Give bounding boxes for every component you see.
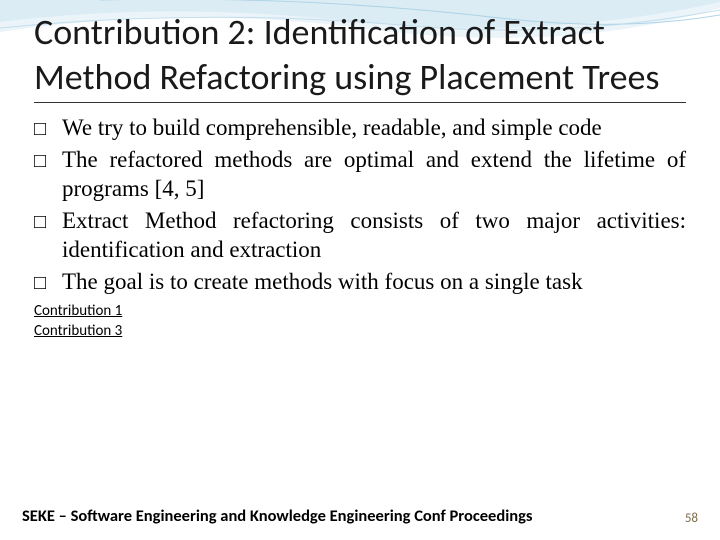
link-contribution-3[interactable]: Contribution 3 [34,322,686,342]
navigation-links: Contribution 1 Contribution 3 [34,302,686,341]
footer: SEKE – Software Engineering and Knowledg… [22,506,698,526]
bullet-item: The goal is to create methods with focus… [34,267,686,297]
bullet-item: The refactored methods are optimal and e… [34,145,686,204]
slide-title: Contribution 2: Identification of Extrac… [34,10,686,100]
title-underline [34,102,686,103]
footer-text: SEKE – Software Engineering and Knowledg… [22,506,533,526]
bullet-list: We try to build comprehensible, readable… [34,113,686,296]
link-contribution-1[interactable]: Contribution 1 [34,302,686,322]
bullet-item: Extract Method refactoring consists of t… [34,206,686,265]
bullet-item: We try to build comprehensible, readable… [34,113,686,143]
page-number: 58 [685,511,698,526]
